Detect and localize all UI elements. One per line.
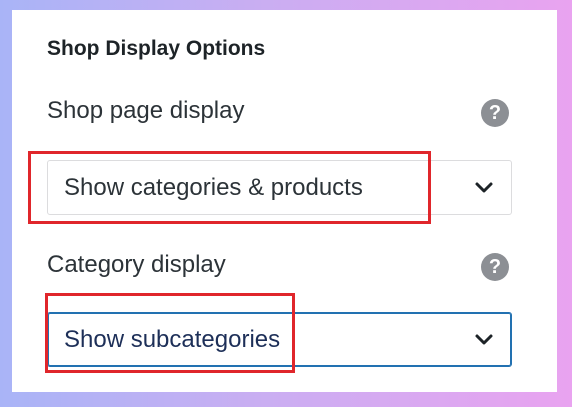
category-display-value: Show subcategories — [64, 326, 281, 353]
category-display-select[interactable]: Show subcategories — [47, 312, 512, 367]
category-display-label: Category display — [47, 251, 226, 278]
shop-page-display-value: Show categories & products — [64, 174, 363, 201]
help-icon[interactable]: ? — [481, 99, 509, 127]
shop-display-options-panel: Shop Display Options Shop page display ?… — [12, 10, 557, 392]
help-icon[interactable]: ? — [481, 253, 509, 281]
chevron-down-icon — [475, 182, 493, 193]
shop-page-display-select[interactable]: Show categories & products — [47, 160, 512, 215]
chevron-down-icon — [475, 334, 493, 345]
section-title: Shop Display Options — [47, 37, 266, 60]
shop-page-display-label: Shop page display — [47, 97, 245, 124]
